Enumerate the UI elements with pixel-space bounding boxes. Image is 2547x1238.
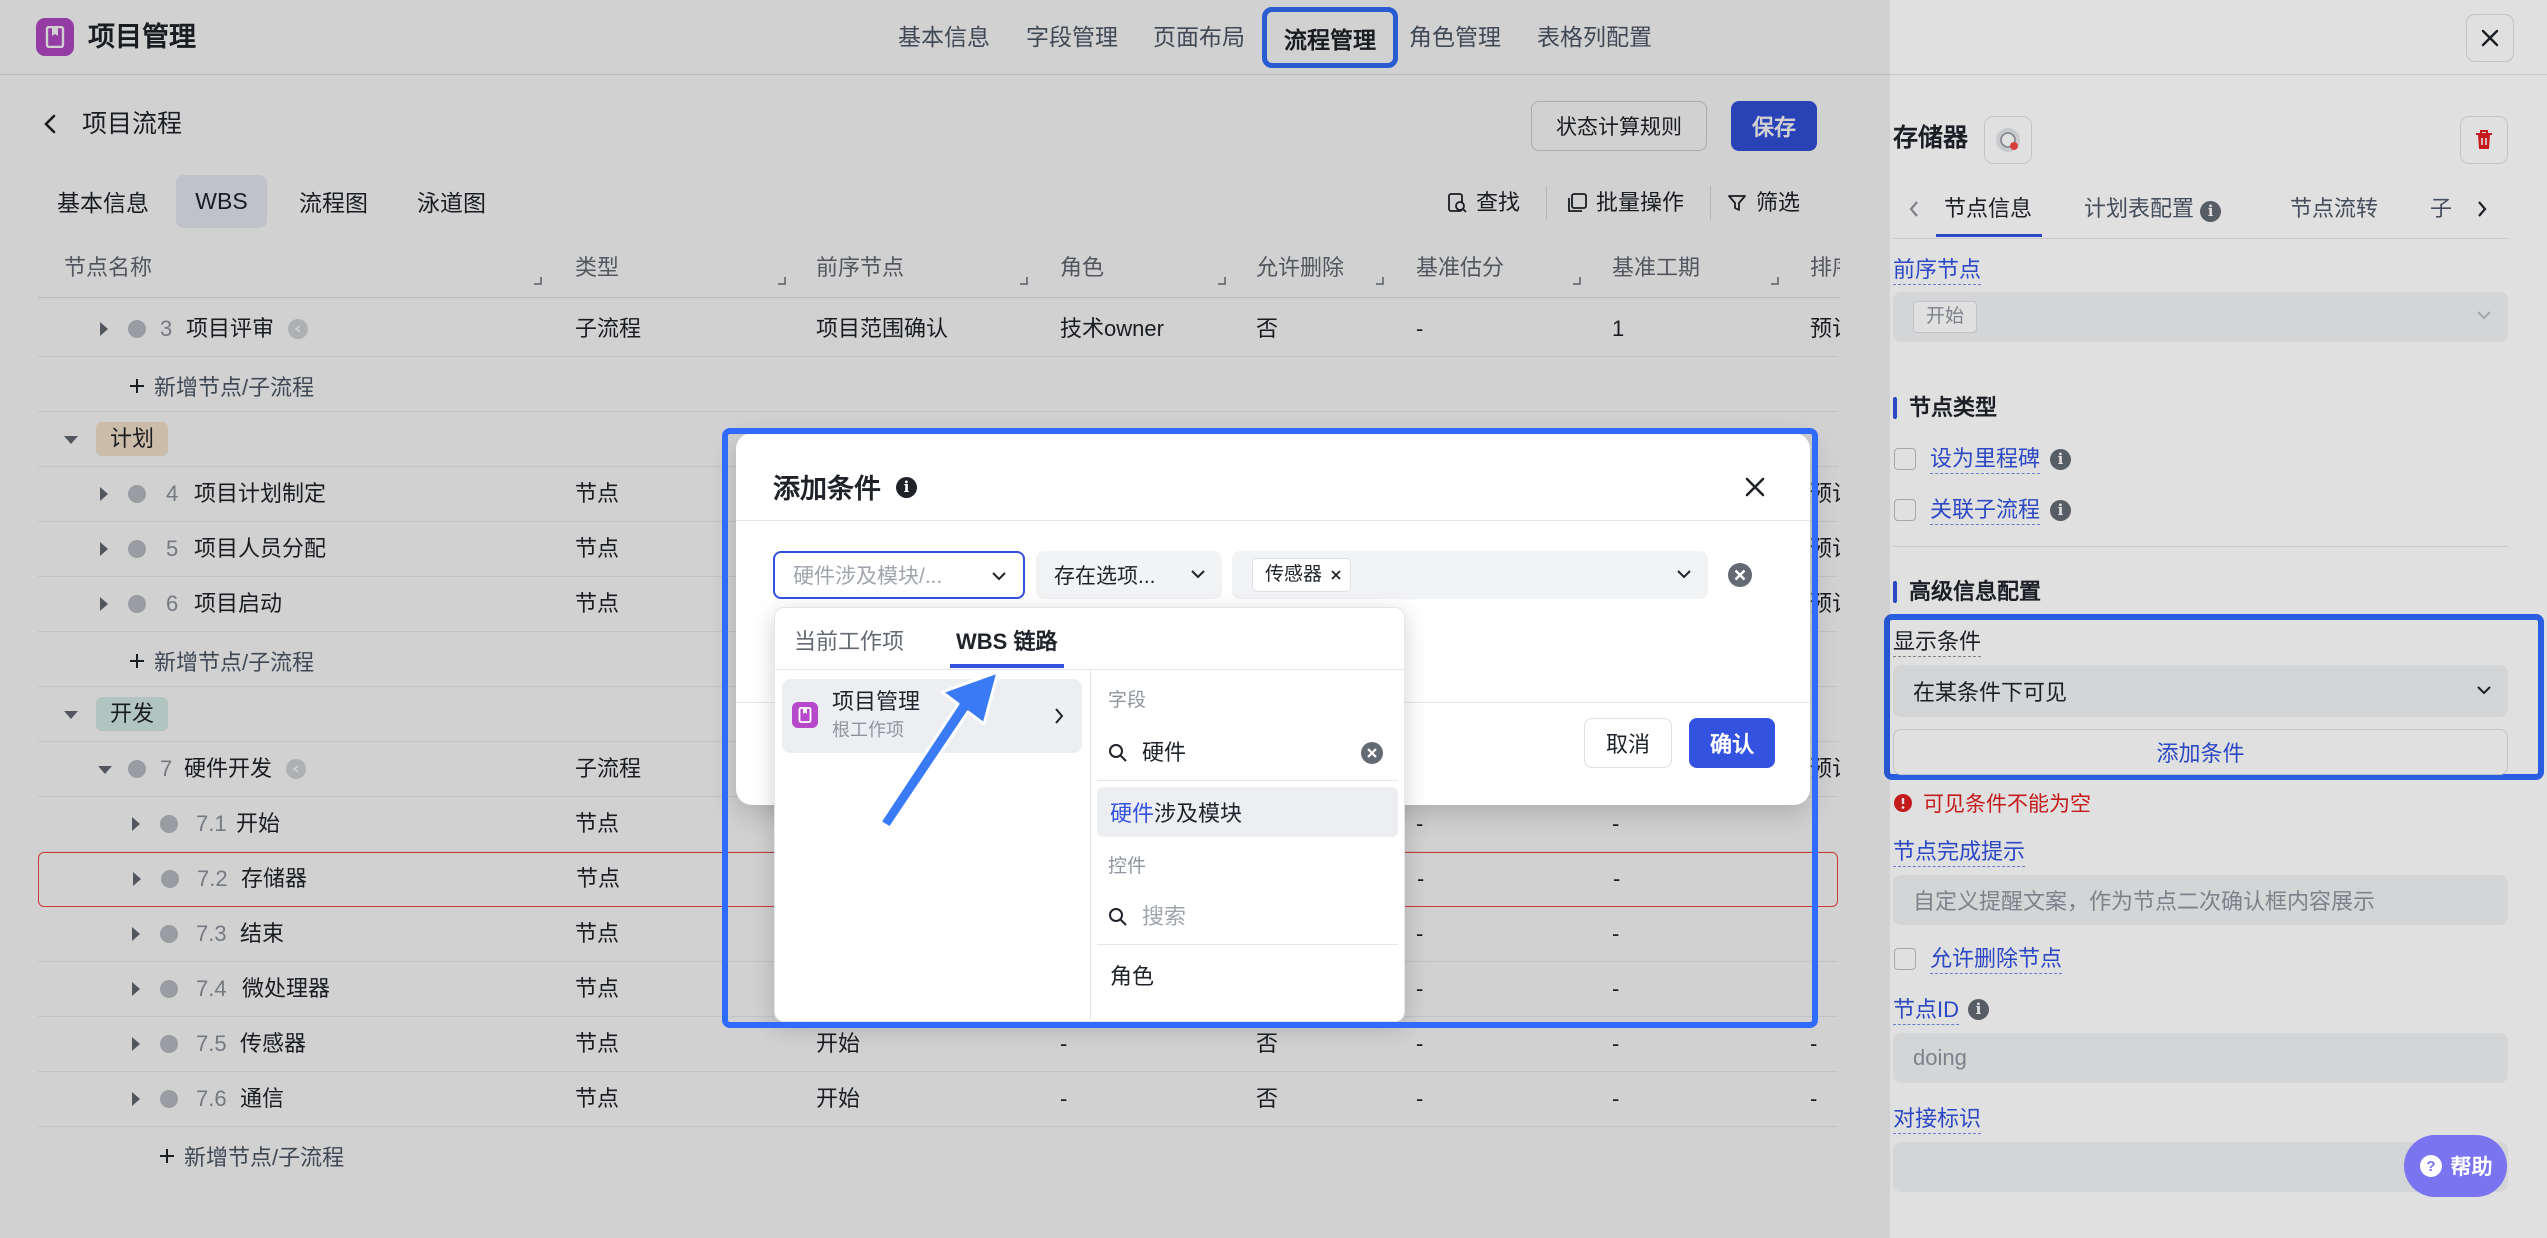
pointer-arrow-icon [878,670,1000,830]
help-button[interactable]: ? 帮助 [2404,1135,2507,1197]
modal-backdrop-right[interactable] [1890,0,2547,1238]
help-label: 帮助 [2450,1156,2493,1179]
help-icon: ? [2419,1155,2442,1177]
svg-text:?: ? [2426,1158,2435,1175]
